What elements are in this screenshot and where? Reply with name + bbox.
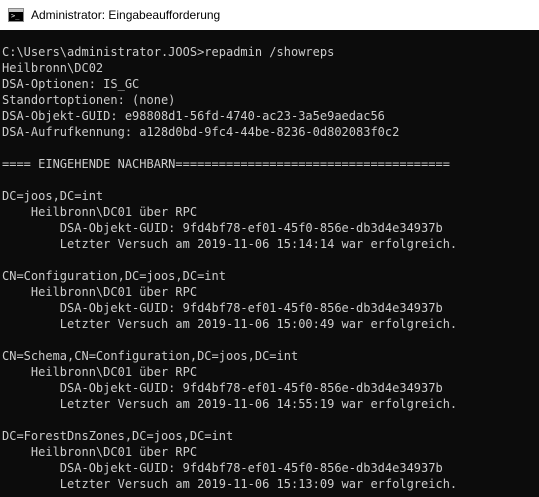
last-attempt-line: Letzter Versuch am 2019-11-06 14:55:19 w… [2, 397, 458, 411]
command-prompt-icon[interactable]: >_ [8, 8, 24, 22]
last-attempt-line: Letzter Versuch am 2019-11-06 15:13:09 w… [2, 477, 458, 491]
console-output-area[interactable]: C:\Users\administrator.JOOS>repadmin /sh… [0, 30, 539, 497]
dsa-options-line: DSA-Optionen: IS_GC [2, 77, 140, 91]
last-attempt-line: Letzter Versuch am 2019-11-06 15:00:49 w… [2, 317, 458, 331]
site-options-line: Standortoptionen: (none) [2, 93, 176, 107]
dsa-invocation-id-line: DSA-Aufrufkennung: a128d0bd-9fc4-44be-82… [2, 125, 400, 139]
source-dc-line: Heilbronn\DC01 über RPC [2, 285, 198, 299]
source-guid-line: DSA-Objekt-GUID: 9fd4bf78-ef01-45f0-856e… [2, 221, 443, 235]
source-guid-line: DSA-Objekt-GUID: 9fd4bf78-ef01-45f0-856e… [2, 301, 443, 315]
console-lines: C:\Users\administrator.JOOS>repadmin /sh… [2, 44, 457, 492]
partition-line: CN=Configuration,DC=joos,DC=int [2, 269, 226, 283]
partition-line: DC=ForestDnsZones,DC=joos,DC=int [2, 429, 234, 443]
source-guid-line: DSA-Objekt-GUID: 9fd4bf78-ef01-45f0-856e… [2, 381, 443, 395]
command-prompt-window: >_ Administrator: Eingabeaufforderung C:… [0, 0, 539, 497]
partition-line: DC=joos,DC=int [2, 189, 104, 203]
source-guid-line: DSA-Objekt-GUID: 9fd4bf78-ef01-45f0-856e… [2, 461, 443, 475]
inbound-neighbors-header: ==== EINGEHENDE NACHBARN================… [2, 157, 450, 171]
source-dc-line: Heilbronn\DC01 über RPC [2, 365, 198, 379]
last-attempt-line: Letzter Versuch am 2019-11-06 15:14:14 w… [2, 237, 458, 251]
source-dc-line: Heilbronn\DC01 über RPC [2, 205, 198, 219]
partition-line: CN=Schema,CN=Configuration,DC=joos,DC=in… [2, 349, 299, 363]
title-bar[interactable]: >_ Administrator: Eingabeaufforderung [0, 0, 539, 30]
command-line: C:\Users\administrator.JOOS>repadmin /sh… [2, 45, 335, 59]
server-name-line: Heilbronn\DC02 [2, 61, 104, 75]
source-dc-line: Heilbronn\DC01 über RPC [2, 445, 198, 459]
window-title: Administrator: Eingabeaufforderung [31, 8, 221, 22]
dsa-object-guid-line: DSA-Objekt-GUID: e98808d1-56fd-4740-ac23… [2, 109, 385, 123]
